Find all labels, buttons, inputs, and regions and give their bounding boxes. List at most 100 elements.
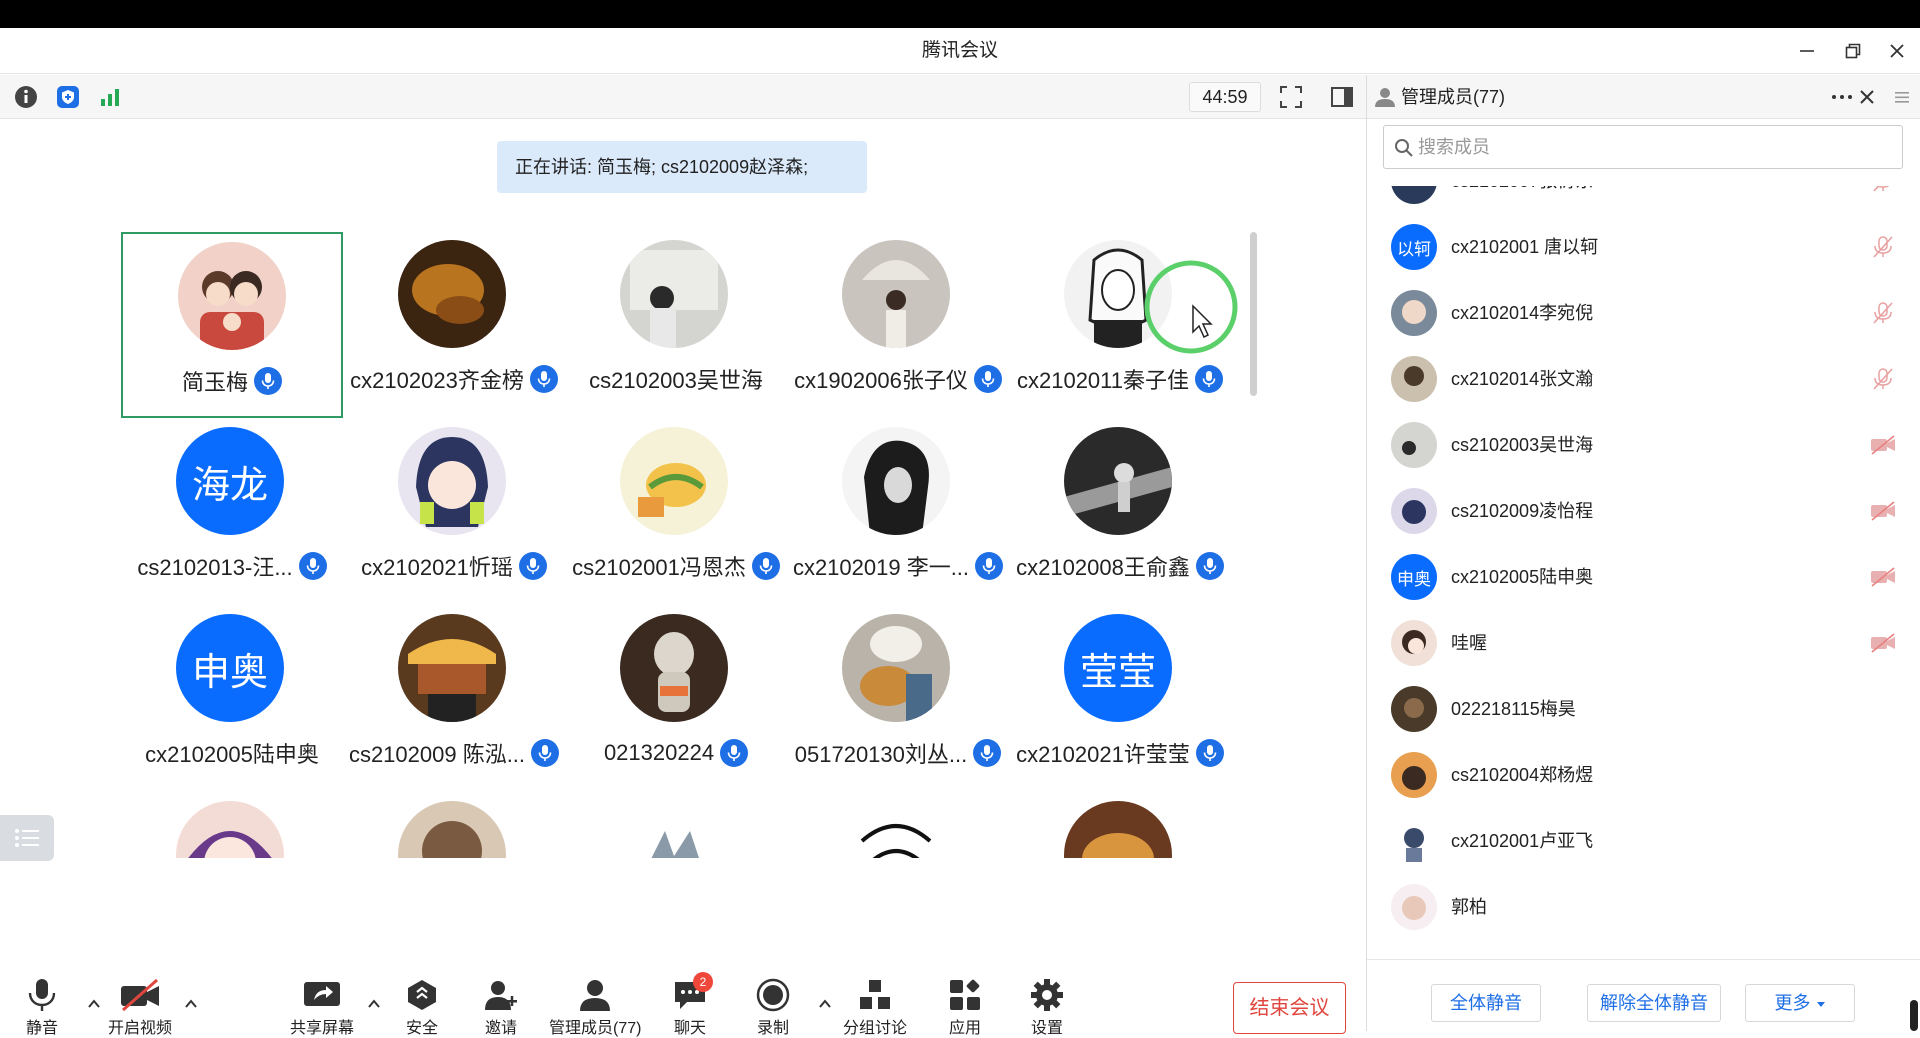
- participant-tile[interactable]: cx2102011秦子佳: [1009, 232, 1238, 418]
- mic-muted-icon[interactable]: [1870, 186, 1896, 193]
- chevron-up-icon[interactable]: [86, 996, 102, 1012]
- panel-scrollbar[interactable]: [1910, 1000, 1918, 1031]
- list-item[interactable]: cx2102001卢亚飞: [1367, 809, 1920, 875]
- participant-tile[interactable]: [565, 793, 787, 858]
- mic-muted-icon[interactable]: [1870, 235, 1896, 259]
- menu-icon[interactable]: [1894, 89, 1910, 105]
- manage-members-button[interactable]: 管理成员(77): [549, 978, 641, 1038]
- list-item[interactable]: 申奥 cx2102005陆申奥: [1367, 545, 1920, 611]
- breakout-rooms-button[interactable]: 分组讨论: [843, 978, 907, 1038]
- more-button[interactable]: 更多: [1745, 984, 1855, 1022]
- mic-muted-icon[interactable]: [1870, 301, 1896, 325]
- close-panel-icon[interactable]: [1859, 89, 1875, 105]
- start-video-button[interactable]: 开启视频: [108, 978, 172, 1038]
- list-item[interactable]: 哇喔: [1367, 611, 1920, 677]
- participant-name-row: cs2102013-汪...: [120, 549, 353, 583]
- participant-tile[interactable]: cx2102023齐金榜: [343, 232, 565, 418]
- participant-tile[interactable]: cs2102003吴世海: [565, 232, 787, 418]
- video-off-icon[interactable]: [1870, 565, 1896, 589]
- signal-icon: [101, 89, 119, 106]
- share-screen-icon: [304, 982, 340, 1006]
- avatar: [398, 614, 506, 722]
- list-item[interactable]: 郭柏: [1367, 875, 1920, 941]
- participant-tile[interactable]: [343, 793, 565, 858]
- meeting-timer: 44:59: [1189, 82, 1261, 112]
- mute-button[interactable]: 静音: [26, 978, 58, 1038]
- participant-tile[interactable]: [121, 793, 343, 858]
- mic-muted-icon[interactable]: [1870, 367, 1896, 391]
- chat-button[interactable]: 2 聊天: [673, 972, 713, 1038]
- participant-name: cx1902006张子仪: [794, 368, 968, 393]
- avatar: [1064, 427, 1172, 535]
- record-button[interactable]: 录制: [756, 978, 790, 1038]
- settings-button[interactable]: 设置: [1030, 978, 1064, 1038]
- participant-tile[interactable]: cx2102008王俞鑫: [1009, 419, 1231, 605]
- info-button[interactable]: [13, 84, 39, 110]
- share-screen-button[interactable]: 共享屏幕: [290, 978, 354, 1038]
- mute-all-button[interactable]: 全体静音: [1431, 984, 1541, 1022]
- list-item[interactable]: 以轲 cx2102001 唐以轲: [1367, 215, 1920, 281]
- shield-icon: [57, 86, 79, 108]
- participant-tile[interactable]: [1009, 793, 1231, 858]
- participant-tile[interactable]: 简玉梅: [121, 232, 343, 418]
- breakout-icon: [860, 980, 890, 1009]
- apps-button[interactable]: 应用: [948, 978, 982, 1038]
- participant-name-row: 051720130刘丛...: [777, 736, 1019, 770]
- list-item[interactable]: cs2102007张衍东: [1367, 186, 1920, 215]
- avatar: [620, 614, 728, 722]
- list-item[interactable]: cs2102009凌怡程: [1367, 479, 1920, 545]
- minimize-icon: [1800, 50, 1814, 52]
- participant-name-row: cx2102019 李一...: [777, 549, 1019, 583]
- invite-button[interactable]: 邀请: [483, 978, 519, 1038]
- participant-tile[interactable]: cx1902006张子仪: [787, 232, 1009, 418]
- search-input[interactable]: [1418, 132, 1888, 162]
- video-off-icon[interactable]: [1870, 631, 1896, 655]
- invite-icon: [485, 981, 517, 1010]
- network-signal-button[interactable]: [97, 84, 123, 110]
- members-panel-header: 管理成员(77): [1367, 75, 1920, 119]
- participant-tile[interactable]: cx2102021忻瑶: [343, 419, 565, 605]
- participant-tile[interactable]: cs2102001冯恩杰: [565, 419, 787, 605]
- list-item[interactable]: 022218115梅昊: [1367, 677, 1920, 743]
- list-item[interactable]: cx2102014张文瀚: [1367, 347, 1920, 413]
- security-button[interactable]: 安全: [405, 978, 439, 1038]
- avatar: [620, 240, 728, 348]
- avatar: [1064, 801, 1172, 858]
- member-search[interactable]: [1383, 125, 1903, 169]
- fullscreen-button[interactable]: [1278, 84, 1304, 110]
- participant-tile[interactable]: 海龙 cs2102013-汪...: [121, 419, 343, 605]
- avatar: [1391, 422, 1437, 468]
- participant-tile[interactable]: cs2102009 陈泓...: [343, 606, 565, 792]
- chevron-up-icon[interactable]: [817, 996, 833, 1012]
- list-item[interactable]: cx2102014李宛倪: [1367, 281, 1920, 347]
- end-meeting-button[interactable]: 结束会议: [1233, 982, 1346, 1034]
- participant-tile[interactable]: [787, 793, 1009, 858]
- grid-scrollbar[interactable]: [1250, 232, 1257, 396]
- click-highlight-ring: [1144, 260, 1238, 354]
- chevron-up-icon[interactable]: [366, 996, 382, 1012]
- video-off-icon[interactable]: [1870, 499, 1896, 523]
- chevron-down-icon: [1816, 1002, 1825, 1007]
- more-options-icon[interactable]: [1831, 88, 1853, 106]
- participant-name-row: cx2102021忻瑶: [333, 549, 575, 583]
- close-window-button[interactable]: [1880, 34, 1914, 68]
- list-item[interactable]: cs2102003吴世海: [1367, 413, 1920, 479]
- chevron-up-icon[interactable]: [183, 996, 199, 1012]
- minimize-button[interactable]: [1790, 34, 1824, 68]
- mic-icon: [973, 739, 1002, 767]
- participant-tile[interactable]: cx2102019 李一...: [787, 419, 1009, 605]
- participant-tile[interactable]: 莹莹 cx2102021许莹莹: [1009, 606, 1231, 792]
- list-item[interactable]: cs2102004郑杨煜: [1367, 743, 1920, 809]
- participant-name: cx2102008王俞鑫: [1016, 555, 1190, 580]
- restore-button[interactable]: [1836, 34, 1870, 68]
- participant-list-toggle[interactable]: [0, 815, 54, 861]
- participant-tile[interactable]: 申奥 cx2102005陆申奥: [121, 606, 343, 792]
- unmute-all-button[interactable]: 解除全体静音: [1587, 984, 1721, 1022]
- participant-tile[interactable]: 021320224: [565, 606, 787, 792]
- participant-tile[interactable]: 051720130刘丛...: [787, 606, 1009, 792]
- video-off-icon[interactable]: [1870, 433, 1896, 457]
- security-status-button[interactable]: [55, 84, 81, 110]
- avatar: [842, 801, 950, 858]
- layout-button[interactable]: [1329, 84, 1355, 110]
- participant-name-row: cx2102008王俞鑫: [999, 549, 1240, 583]
